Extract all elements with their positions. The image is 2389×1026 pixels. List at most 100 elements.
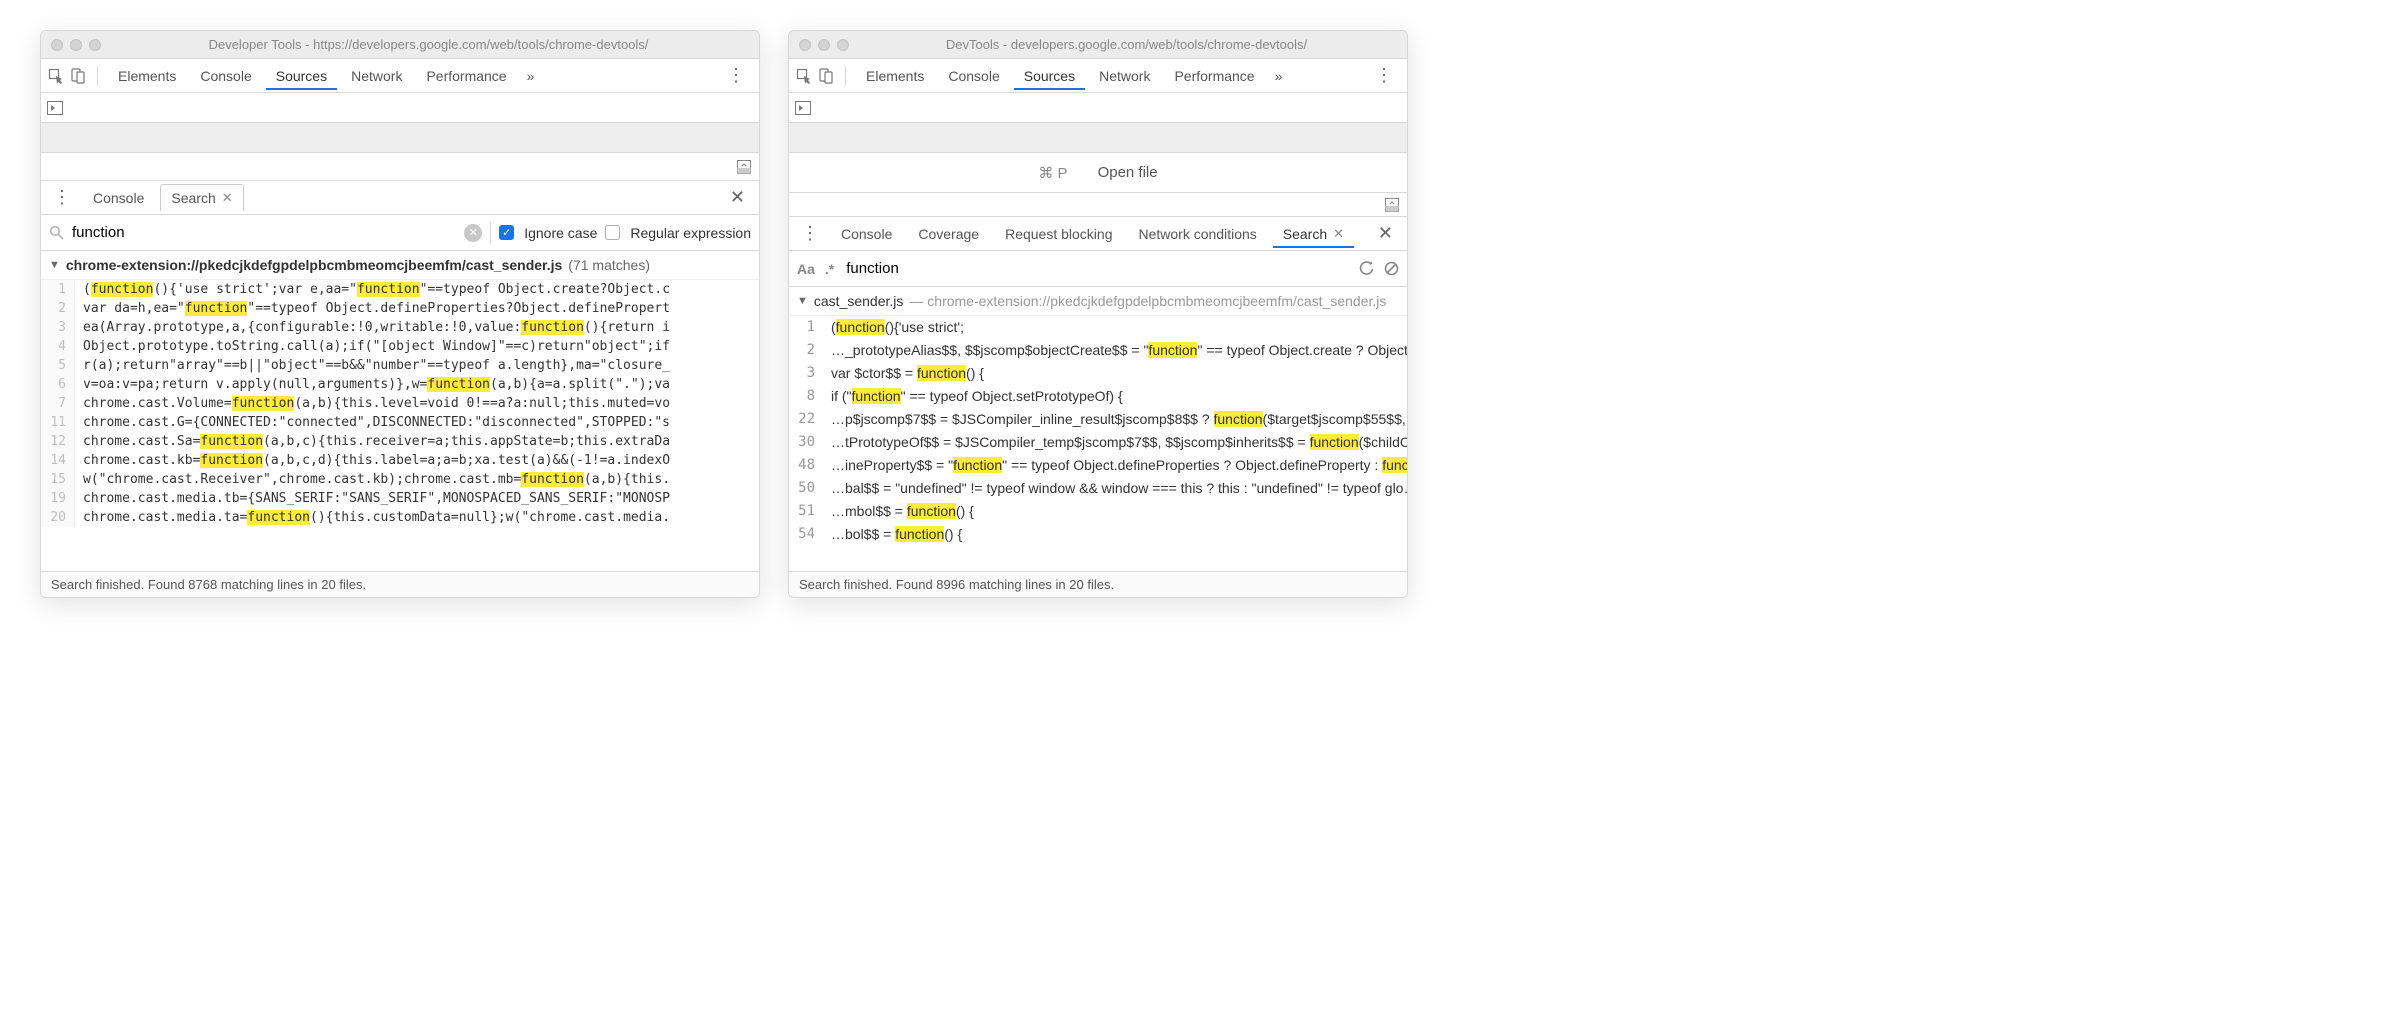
search-results: 1(function(){'use strict';var e,aa="func… [41, 280, 759, 571]
traffic-light-close[interactable] [51, 39, 63, 51]
result-line[interactable]: 15w("chrome.cast.Receiver",chrome.cast.k… [41, 470, 759, 489]
kebab-menu-icon[interactable]: ⋮ [1367, 65, 1401, 86]
panel-split-icon[interactable] [1385, 198, 1399, 212]
match-count: (71 matches) [568, 257, 650, 273]
drawer-tab-coverage[interactable]: Coverage [908, 220, 989, 248]
device-icon[interactable] [69, 67, 87, 85]
result-line[interactable]: 14chrome.cast.kb=function(a,b,c,d){this.… [41, 451, 759, 470]
search-file-header[interactable]: ▼ cast_sender.js — chrome-extension://pk… [789, 287, 1407, 316]
status-text: Search finished. Found 8996 matching lin… [799, 577, 1114, 592]
traffic-light-max[interactable] [837, 39, 849, 51]
navigator-toggle-icon[interactable] [795, 101, 811, 115]
devtools-window-old: Developer Tools - https://developers.goo… [40, 30, 760, 598]
result-line[interactable]: 2var da=h,ea="function"==typeof Object.d… [41, 299, 759, 318]
result-line[interactable]: 1(function(){'use strict';var e,aa="func… [41, 280, 759, 299]
status-bar: Search finished. Found 8996 matching lin… [789, 571, 1407, 597]
close-icon[interactable]: ✕ [1333, 226, 1344, 242]
ignore-case-label: Ignore case [524, 225, 597, 241]
tab-elements[interactable]: Elements [108, 62, 186, 90]
kebab-menu-icon[interactable]: ⋮ [719, 65, 753, 86]
window-titlebar: Developer Tools - https://developers.goo… [41, 31, 759, 59]
result-line[interactable]: 22…p$jscomp$7$$ = $JSCompiler_inline_res… [789, 408, 1407, 431]
sources-toolbar [41, 93, 759, 123]
result-line[interactable]: 4Object.prototype.toString.call(a);if("[… [41, 337, 759, 356]
empty-tabstrip [41, 123, 759, 153]
drawer-tab-search-label: Search [171, 190, 215, 206]
result-line[interactable]: 11chrome.cast.G={CONNECTED:"connected",D… [41, 413, 759, 432]
search-row: ✕ ✓ Ignore case Regular expression [41, 215, 759, 251]
tab-elements[interactable]: Elements [856, 62, 934, 90]
clear-search-icon[interactable]: ✕ [464, 224, 482, 242]
result-line[interactable]: 8if ("function" == typeof Object.setProt… [789, 385, 1407, 408]
match-case-toggle[interactable]: Aa [797, 261, 815, 277]
traffic-light-max[interactable] [89, 39, 101, 51]
result-line[interactable]: 48…ineProperty$$ = "function" == typeof … [789, 454, 1407, 477]
search-input[interactable] [72, 222, 456, 243]
tab-network[interactable]: Network [1089, 62, 1160, 90]
result-line[interactable]: 19chrome.cast.media.tb={SANS_SERIF:"SANS… [41, 489, 759, 508]
result-line[interactable]: 20chrome.cast.media.ta=function(){this.c… [41, 508, 759, 527]
drawer-tab-blocking[interactable]: Request blocking [995, 220, 1122, 248]
tab-performance[interactable]: Performance [416, 62, 516, 90]
main-tabs: Elements Console Sources Network Perform… [789, 59, 1407, 93]
drawer-close-icon[interactable]: ✕ [1370, 223, 1401, 244]
result-line[interactable]: 2…_prototypeAlias$$, $$jscomp$objectCrea… [789, 339, 1407, 362]
result-line[interactable]: 51…mbol$$ = function() { [789, 500, 1407, 523]
drawer-menu-icon[interactable]: ⋮ [795, 223, 825, 244]
navigator-toggle-icon[interactable] [47, 101, 63, 115]
result-line[interactable]: 3ea(Array.prototype,a,{configurable:!0,w… [41, 318, 759, 337]
disclosure-triangle-icon[interactable]: ▼ [49, 259, 60, 271]
refresh-icon[interactable] [1359, 261, 1374, 276]
result-line[interactable]: 54…bol$$ = function() { [789, 523, 1407, 546]
drawer-menu-icon[interactable]: ⋮ [47, 187, 77, 208]
open-file-label: Open file [1098, 164, 1158, 181]
close-icon[interactable]: ✕ [222, 190, 233, 206]
tabs-overflow-icon[interactable]: » [521, 68, 541, 84]
drawer-tab-search[interactable]: Search ✕ [160, 184, 243, 211]
search-input[interactable] [844, 259, 1349, 278]
traffic-light-min[interactable] [70, 39, 82, 51]
regex-checkbox[interactable] [605, 225, 620, 240]
result-line[interactable]: 12chrome.cast.Sa=function(a,b,c){this.re… [41, 432, 759, 451]
shortcut-label: ⌘ P [1038, 164, 1067, 182]
disclosure-triangle-icon[interactable]: ▼ [797, 295, 808, 307]
window-title: Developer Tools - https://developers.goo… [108, 37, 749, 52]
result-line[interactable]: 30…tPrototypeOf$$ = $JSCompiler_temp$jsc… [789, 431, 1407, 454]
tab-console[interactable]: Console [190, 62, 261, 90]
status-text: Search finished. Found 8768 matching lin… [51, 577, 366, 592]
result-line[interactable]: 6v=oa:v=pa;return v.apply(null,arguments… [41, 375, 759, 394]
open-file-hint: ⌘ P Open file [789, 153, 1407, 193]
drawer-tab-console[interactable]: Console [83, 184, 154, 212]
tab-console[interactable]: Console [938, 62, 1009, 90]
inspect-icon[interactable] [47, 67, 65, 85]
panel-split-icon[interactable] [737, 160, 751, 174]
device-icon[interactable] [817, 67, 835, 85]
regex-toggle[interactable]: .* [825, 261, 834, 277]
result-line[interactable]: 7chrome.cast.Volume=function(a,b){this.l… [41, 394, 759, 413]
tab-sources[interactable]: Sources [1014, 62, 1085, 90]
result-line[interactable]: 1(function(){'use strict'; [789, 316, 1407, 339]
divider-bar [789, 193, 1407, 217]
drawer-tabs: ⋮ Console Search ✕ ✕ [41, 181, 759, 215]
drawer-tab-netcond[interactable]: Network conditions [1128, 220, 1266, 248]
drawer-tabs: ⋮ Console Coverage Request blocking Netw… [789, 217, 1407, 251]
result-line[interactable]: 3var $ctor$$ = function() { [789, 362, 1407, 385]
ignore-case-checkbox[interactable]: ✓ [499, 225, 514, 240]
search-file-header[interactable]: ▼ chrome-extension://pkedcjkdefgpdelpbcm… [41, 251, 759, 280]
traffic-light-close[interactable] [799, 39, 811, 51]
drawer-tab-console[interactable]: Console [831, 220, 902, 248]
result-line[interactable]: 5r(a);return"array"==b||"object"==b&&"nu… [41, 356, 759, 375]
search-icon [49, 225, 64, 240]
result-line[interactable]: 50…bal$$ = "undefined" != typeof window … [789, 477, 1407, 500]
tabs-overflow-icon[interactable]: » [1269, 68, 1289, 84]
tab-network[interactable]: Network [341, 62, 412, 90]
tab-performance[interactable]: Performance [1164, 62, 1264, 90]
window-title: DevTools - developers.google.com/web/too… [856, 37, 1397, 52]
clear-icon[interactable] [1384, 261, 1399, 276]
inspect-icon[interactable] [795, 67, 813, 85]
traffic-light-min[interactable] [818, 39, 830, 51]
file-path: chrome-extension://pkedcjkdefgpdelpbcmbm… [66, 257, 562, 273]
tab-sources[interactable]: Sources [266, 62, 337, 90]
drawer-tab-search[interactable]: Search ✕ [1273, 220, 1354, 248]
drawer-close-icon[interactable]: ✕ [722, 187, 753, 208]
